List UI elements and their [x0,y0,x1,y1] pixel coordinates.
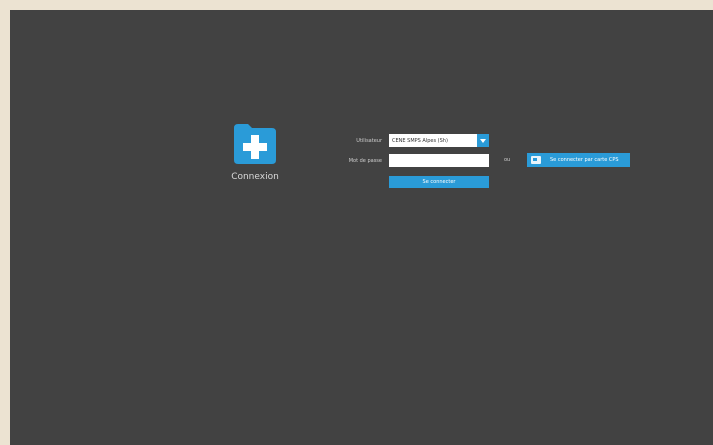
user-select-value: CENE SMPS Alpes (Sh) [392,137,448,144]
user-select[interactable]: CENE SMPS Alpes (Sh) [389,134,489,147]
dropdown-toggle[interactable] [477,134,489,147]
password-label: Mot de passe [348,158,382,164]
password-field[interactable] [389,154,489,167]
login-button[interactable]: Se connecter [389,176,489,188]
or-separator: ou [504,157,511,163]
chevron-down-icon [480,138,486,143]
card-login-button[interactable]: Se connecter par carte CPS [527,153,630,167]
card-reader-icon [531,156,541,164]
login-screen: Connexion Utilisateur CENE SMPS Alpes (S… [10,10,713,445]
user-label: Utilisateur [356,138,382,144]
folder-plus-icon [234,124,276,164]
logo-label: Connexion [231,172,279,182]
card-login-label: Se connecter par carte CPS [550,157,619,163]
